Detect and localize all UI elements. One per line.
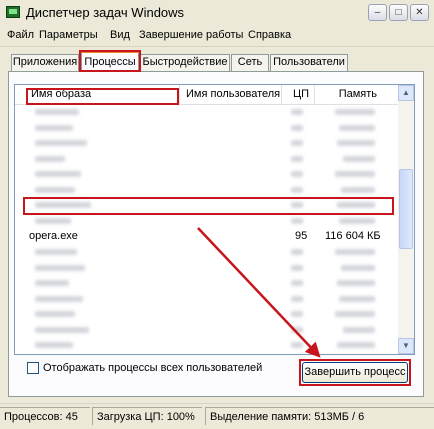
tab-processes[interactable]: Процессы xyxy=(81,51,139,72)
tab-performance[interactable]: Быстродействие xyxy=(140,54,230,71)
task-manager-icon xyxy=(6,6,20,18)
opera-image-name: opera.exe xyxy=(29,230,78,242)
opera-cpu: 95 xyxy=(295,230,308,242)
down-arrow-icon[interactable]: ▼ xyxy=(398,338,414,354)
table-row[interactable] xyxy=(15,121,399,137)
status-cpu: Загрузка ЦП: 100% xyxy=(92,407,202,425)
table-row[interactable] xyxy=(15,338,399,354)
table-row[interactable] xyxy=(15,323,399,339)
tab-network[interactable]: Сеть xyxy=(231,54,269,71)
tab-label: Приложения xyxy=(12,56,78,68)
list-header: Имя образа Имя пользователя ЦП Память xyxy=(15,85,399,105)
column-cpu[interactable]: ЦП xyxy=(282,85,315,104)
table-row[interactable] xyxy=(15,307,399,323)
table-row[interactable] xyxy=(15,292,399,308)
table-row[interactable] xyxy=(15,245,399,261)
column-image-name[interactable]: Имя образа xyxy=(15,85,180,104)
tab-applications[interactable]: Приложения xyxy=(11,54,79,71)
status-processes: Процессов: 45 xyxy=(0,407,90,425)
show-all-users-checkbox[interactable] xyxy=(27,362,39,374)
show-all-users-label: Отображать процессы всех пользователей xyxy=(43,362,263,374)
maximize-button[interactable]: □ xyxy=(389,4,408,21)
menu-bar: Файл Параметры Вид Завершение работы Спр… xyxy=(0,26,434,47)
minimize-button[interactable]: – xyxy=(368,4,387,21)
table-row[interactable] xyxy=(15,198,399,214)
table-row[interactable] xyxy=(15,183,399,199)
tab-label: Сеть xyxy=(237,56,263,68)
table-row[interactable] xyxy=(15,276,399,292)
menu-shutdown[interactable]: Завершение работы xyxy=(139,29,243,41)
status-memory: Выделение памяти: 513МБ / 6 xyxy=(205,407,434,425)
tab-label: Пользователи xyxy=(273,56,345,68)
status-bar: Процессов: 45 Загрузка ЦП: 100% Выделени… xyxy=(0,403,434,429)
vertical-scrollbar[interactable]: ▲ ▼ xyxy=(398,85,414,354)
close-button[interactable]: ✕ xyxy=(410,4,429,21)
menu-options[interactable]: Параметры xyxy=(39,29,98,41)
menu-help[interactable]: Справка xyxy=(248,29,291,41)
table-row[interactable] xyxy=(15,214,399,230)
window-title: Диспетчер задач Windows xyxy=(26,5,185,20)
table-row[interactable] xyxy=(15,152,399,168)
end-process-button[interactable]: Завершить процесс xyxy=(302,362,408,383)
table-row[interactable] xyxy=(15,136,399,152)
tab-label: Процессы xyxy=(84,56,136,68)
column-memory[interactable]: Память xyxy=(315,85,399,104)
table-row[interactable] xyxy=(15,105,399,121)
menu-view[interactable]: Вид xyxy=(110,29,130,41)
column-user-name[interactable]: Имя пользователя xyxy=(180,85,282,104)
scrollbar-thumb[interactable] xyxy=(399,169,413,249)
title-bar[interactable]: Диспетчер задач Windows – □ ✕ xyxy=(0,0,434,26)
table-row[interactable] xyxy=(15,261,399,277)
opera-memory: 116 604 КБ xyxy=(325,230,381,242)
table-row-opera[interactable]: opera.exe 95 116 604 КБ xyxy=(15,229,399,245)
menu-file[interactable]: Файл xyxy=(7,29,34,41)
process-rows: opera.exe 95 116 604 КБ xyxy=(15,105,399,354)
tab-users[interactable]: Пользователи xyxy=(270,54,348,71)
task-manager-window: Диспетчер задач Windows – □ ✕ Файл Парам… xyxy=(0,0,434,429)
process-list[interactable]: Имя образа Имя пользователя ЦП Память op… xyxy=(14,84,415,355)
tab-label: Быстродействие xyxy=(142,56,228,68)
table-row[interactable] xyxy=(15,167,399,183)
up-arrow-icon[interactable]: ▲ xyxy=(398,85,414,101)
